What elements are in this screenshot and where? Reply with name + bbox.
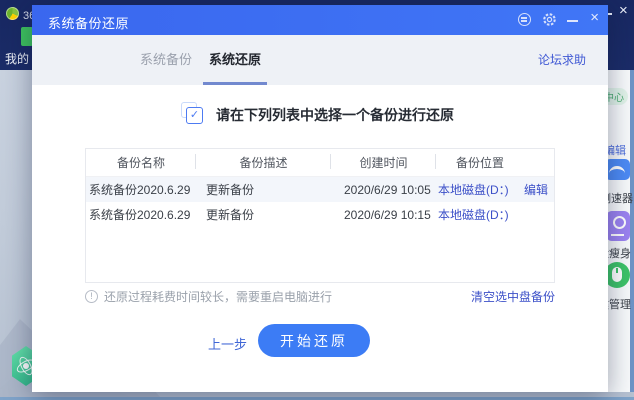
note-text: 还原过程耗费时间较长，需要重启电脑进行 (104, 288, 471, 305)
backup-time: 2020/6/29 10:15 (331, 208, 436, 222)
table-row[interactable]: 系统备份2020.6.29 更新备份 2020/6/29 10:05 本地磁盘(… (86, 177, 554, 202)
note-row: ! 还原过程耗费时间较长，需要重启电脑进行 清空选中盘备份 (85, 288, 555, 305)
clear-selected-disk-backup-link[interactable]: 清空选中盘备份 (471, 288, 555, 305)
instruction-row: ✓ 请在下列列表中选择一个备份进行还原 (32, 105, 608, 125)
previous-step-button[interactable]: 上一步 (208, 334, 247, 353)
checkbox-check-icon: ✓ (186, 107, 203, 124)
parent-nav-item[interactable]: 我的 (5, 50, 29, 67)
dialog-minimize-button[interactable] (567, 20, 578, 22)
header-backup-location: 备份位置 (436, 154, 524, 171)
instruction-text: 请在下列列表中选择一个备份进行还原 (216, 105, 454, 125)
dialog-close-button[interactable]: × (590, 9, 599, 26)
backup-name: 系统备份2020.6.29 (86, 206, 196, 223)
backup-location-link[interactable]: 本地磁盘(D：) (436, 206, 524, 223)
desktop: 360安 我的 × 护中心 编辑 带测速器 盘瘦身 键管理 系统备份还原 × 系… (0, 0, 634, 400)
feedback-icon[interactable] (518, 13, 531, 26)
parent-close-button[interactable]: × (619, 2, 628, 19)
backup-desc: 更新备份 (196, 181, 331, 198)
settings-gear-icon[interactable] (542, 12, 557, 27)
backup-restore-dialog: 系统备份还原 × 系统备份 系统还原 论坛求助 ✓ 请在下列列表中选择一个备份进… (32, 5, 608, 392)
backup-name: 系统备份2020.6.29 (86, 181, 196, 198)
backup-location-link[interactable]: 本地磁盘(D：) (436, 181, 524, 198)
check-glyph: ✓ (190, 109, 199, 121)
tab-system-restore[interactable]: 系统还原 (209, 35, 261, 85)
edit-backup-link[interactable]: 编辑 (524, 181, 554, 198)
header-backup-name: 备份名称 (86, 154, 196, 171)
info-glyph: ! (90, 291, 93, 301)
speed-test-icon[interactable] (605, 159, 630, 180)
table-header: 备份名称 备份描述 创建时间 备份位置 (86, 149, 554, 177)
dialog-title: 系统备份还原 (48, 13, 129, 32)
backup-time: 2020/6/29 10:05 (331, 183, 436, 197)
start-restore-button[interactable]: 开始还原 (258, 324, 370, 357)
header-create-time: 创建时间 (331, 154, 436, 171)
atom-nucleus (23, 363, 29, 369)
info-icon: ! (85, 290, 98, 303)
window-edge (630, 70, 634, 392)
backup-desc: 更新备份 (196, 206, 331, 223)
header-backup-desc: 备份描述 (196, 154, 331, 171)
action-row: 上一步 开始还原 (32, 324, 608, 360)
table-row[interactable]: 系统备份2020.6.29 更新备份 2020/6/29 10:15 本地磁盘(… (86, 202, 554, 227)
backup-table: 备份名称 备份描述 创建时间 备份位置 系统备份2020.6.29 更新备份 2… (85, 148, 555, 283)
disk-slim-icon[interactable] (606, 211, 630, 241)
forum-help-link[interactable]: 论坛求助 (538, 35, 586, 85)
tab-system-backup[interactable]: 系统备份 (140, 35, 192, 85)
dialog-titlebar[interactable]: 系统备份还原 × (32, 5, 608, 35)
dialog-tabbar: 系统备份 系统还原 论坛求助 (32, 35, 608, 85)
360-logo-icon (6, 7, 19, 20)
